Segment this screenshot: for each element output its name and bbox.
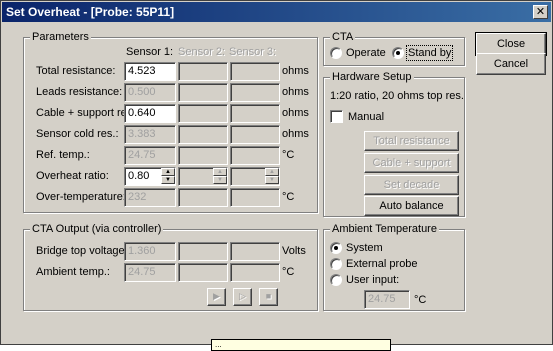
spin-up-icon[interactable]: ▲ xyxy=(161,168,175,176)
leads-resistance-unit: ohms xyxy=(282,86,309,98)
operate-label[interactable]: Operate xyxy=(346,47,386,59)
spin-down-icon: ▼ xyxy=(213,176,227,184)
ref-temp-sensor1-field: 24.75 xyxy=(124,146,176,165)
ref-temp-sensor3-field xyxy=(230,146,280,165)
ambient-temperature-group: Ambient Temperature System External prob… xyxy=(323,223,465,311)
overheat-ratio-label: Overheat ratio: xyxy=(36,170,109,182)
close-button[interactable]: Close xyxy=(475,32,547,56)
spin-down-icon: ▼ xyxy=(265,176,279,184)
leads-resistance-sensor2-field xyxy=(178,83,228,102)
external-probe-radio[interactable] xyxy=(330,258,342,270)
sensor-cold-res-sensor3-field xyxy=(230,125,280,144)
cta-output-group: CTA Output (via controller) Bridge top v… xyxy=(23,223,318,311)
spin-up-icon: ▲ xyxy=(265,168,279,176)
total-resistance-unit: ohms xyxy=(282,65,309,77)
step-button[interactable]: ▷ xyxy=(233,288,252,306)
ambient-temp-sensor1-field: 24.75 xyxy=(124,263,176,282)
over-temperature-unit: °C xyxy=(282,191,295,203)
cable-support-sensor3-field xyxy=(230,104,280,123)
user-input-label[interactable]: User input: xyxy=(346,274,399,286)
over-temperature-sensor2-field xyxy=(178,188,228,207)
tooltip: ... xyxy=(211,339,391,351)
play-button[interactable]: ▶ xyxy=(207,288,226,306)
leads-resistance-sensor3-field xyxy=(230,83,280,102)
cable-support-button[interactable]: Cable + support xyxy=(364,153,459,173)
total-resistance-button[interactable]: Total resistance xyxy=(364,131,459,151)
cta-title: CTA xyxy=(330,31,356,43)
set-overheat-dialog: Set Overheat - [Probe: 55P11] ✕ Paramete… xyxy=(0,0,553,351)
user-input-unit: °C xyxy=(414,294,427,306)
over-temperature-sensor3-field xyxy=(230,188,280,207)
bridge-top-voltages-unit: Volts xyxy=(282,245,306,257)
over-temperature-label: Over-temperature: xyxy=(36,191,126,203)
manual-checkbox[interactable] xyxy=(330,110,343,123)
column-sensor-2: Sensor 2: xyxy=(178,46,226,58)
hardware-setup-title: Hardware Setup xyxy=(330,71,414,83)
hardware-info: 1:20 ratio, 20 ohms top res. xyxy=(330,90,464,102)
bridge-top-voltages-sensor3-field xyxy=(230,242,280,261)
ambient-temp-label: Ambient temp.: xyxy=(36,266,110,278)
column-sensor-1: Sensor 1: xyxy=(126,46,174,58)
sensor-cold-res-unit: ohms xyxy=(282,128,309,140)
leads-resistance-label: Leads resistance: xyxy=(36,86,123,98)
cable-support-unit: ohms xyxy=(282,107,309,119)
user-input-radio[interactable] xyxy=(330,274,342,286)
over-temperature-sensor1-field: 232 xyxy=(124,188,176,207)
external-probe-label[interactable]: External probe xyxy=(346,258,418,270)
spin-up-icon: ▲ xyxy=(213,168,227,176)
total-resistance-label: Total resistance: xyxy=(36,65,116,77)
cancel-button[interactable]: Cancel xyxy=(476,53,546,75)
ref-temp-sensor2-field xyxy=(178,146,228,165)
system-label[interactable]: System xyxy=(346,242,383,254)
ref-temp-unit: °C xyxy=(282,149,295,161)
ambient-temp-sensor3-field xyxy=(230,263,280,282)
title-bar: Set Overheat - [Probe: 55P11] ✕ xyxy=(2,2,551,22)
bridge-top-voltages-label: Bridge top voltages: xyxy=(36,245,134,257)
set-decade-button[interactable]: Set decade xyxy=(364,175,459,195)
bridge-top-voltages-sensor1-field: 1.360 xyxy=(124,242,176,261)
operate-radio[interactable] xyxy=(330,47,342,59)
overheat-ratio-sensor2-spinner: ▲ ▼ xyxy=(213,168,227,185)
cta-group: CTA Operate Stand by xyxy=(323,31,465,66)
total-resistance-sensor1-field[interactable]: 4.523 xyxy=(124,62,176,81)
ambient-temperature-title: Ambient Temperature xyxy=(330,223,439,235)
overheat-ratio-sensor3-spinner: ▲ ▼ xyxy=(265,168,279,185)
sensor-cold-res-sensor2-field xyxy=(178,125,228,144)
close-icon[interactable]: ✕ xyxy=(533,5,548,19)
stop-button[interactable]: ■ xyxy=(259,288,278,306)
sensor-cold-res-sensor1-field: 3.383 xyxy=(124,125,176,144)
column-sensor-3: Sensor 3: xyxy=(229,46,277,58)
ambient-temp-unit: °C xyxy=(282,266,295,278)
bridge-top-voltages-sensor2-field xyxy=(178,242,228,261)
overheat-ratio-sensor1-spinner[interactable]: ▲ ▼ xyxy=(161,168,175,185)
leads-resistance-sensor1-field: 0.500 xyxy=(124,83,176,102)
manual-label[interactable]: Manual xyxy=(348,111,384,123)
total-resistance-sensor3-field xyxy=(230,62,280,81)
total-resistance-sensor2-field xyxy=(178,62,228,81)
cable-support-sensor2-field xyxy=(178,104,228,123)
cta-output-title: CTA Output (via controller) xyxy=(30,223,164,235)
hardware-setup-group: Hardware Setup 1:20 ratio, 20 ohms top r… xyxy=(323,71,465,217)
cable-support-sensor1-field[interactable]: 0.640 xyxy=(124,104,176,123)
parameters-group: Parameters Sensor 1: Sensor 2: Sensor 3:… xyxy=(23,31,318,213)
ambient-temp-sensor2-field xyxy=(178,263,228,282)
ref-temp-label: Ref. temp.: xyxy=(36,149,90,161)
window-title: Set Overheat - [Probe: 55P11] xyxy=(6,5,175,19)
spin-down-icon[interactable]: ▼ xyxy=(161,176,175,184)
sensor-cold-res-label: Sensor cold res.: xyxy=(36,128,119,140)
parameters-title: Parameters xyxy=(30,31,91,43)
standby-radio[interactable] xyxy=(392,47,404,59)
system-radio[interactable] xyxy=(330,242,342,254)
standby-label[interactable]: Stand by xyxy=(405,45,454,61)
user-input-field: 24.75 xyxy=(364,290,410,309)
auto-balance-button[interactable]: Auto balance xyxy=(364,196,459,216)
